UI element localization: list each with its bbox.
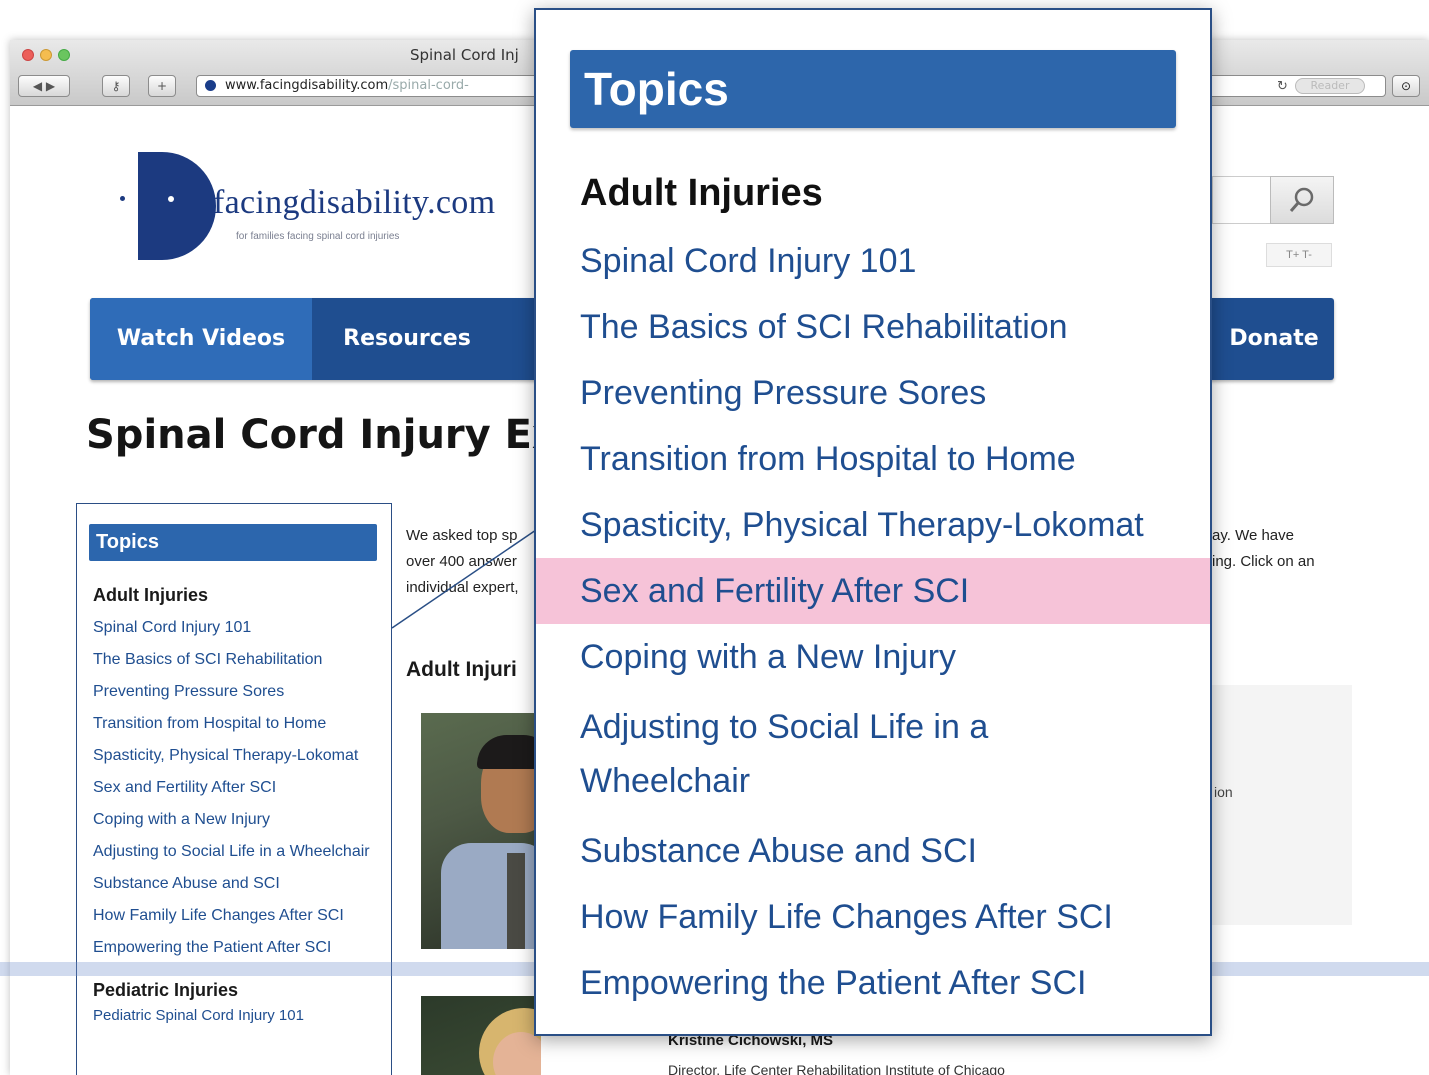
nav-resources[interactable]: Resources xyxy=(312,298,502,380)
intro-line: We asked top sp xyxy=(406,527,518,544)
callout-item-highlighted[interactable]: Sex and Fertility After SCI xyxy=(536,558,1210,624)
photo-detail xyxy=(477,735,541,769)
callout-item[interactable]: Spasticity, Physical Therapy-Lokomat xyxy=(536,492,1210,558)
sidebar-item[interactable]: Empowering the Patient After SCI xyxy=(93,932,377,964)
sidebar-item[interactable]: Preventing Pressure Sores xyxy=(93,676,377,708)
intro-line: over 400 answer xyxy=(406,553,517,570)
callout-item[interactable]: How Family Life Changes After SCI xyxy=(536,884,1210,950)
sidebar-item[interactable]: Coping with a New Injury xyxy=(93,804,377,836)
reader-button[interactable]: Reader xyxy=(1295,78,1365,94)
section-heading: Adult Injuri xyxy=(406,658,517,681)
topics-zoom-callout: Topics Adult Injuries Spinal Cord Injury… xyxy=(534,8,1212,1036)
callout-item[interactable]: Transition from Hospital to Home xyxy=(536,426,1210,492)
sidebar-item[interactable]: Spasticity, Physical Therapy-Lokomat xyxy=(93,740,377,772)
logo-text[interactable]: facingdisability.com xyxy=(213,184,495,222)
intro-text-right: ay. We have ing. Click on an xyxy=(1212,523,1342,575)
add-bookmark-button[interactable]: + xyxy=(148,75,176,97)
callout-item[interactable]: Empowering the Patient After SCI xyxy=(536,950,1210,1016)
expert-photo[interactable] xyxy=(421,713,541,949)
expert-card-bg xyxy=(1212,685,1352,925)
callout-item[interactable]: Substance Abuse and SCI xyxy=(536,818,1210,884)
text-size-control[interactable]: T+ T- xyxy=(1266,243,1332,267)
callout-item[interactable]: Adjusting to Social Life in a Wheelchair xyxy=(536,690,1056,818)
expert-photo[interactable] xyxy=(421,996,541,1075)
sidebar-header: Topics xyxy=(89,524,377,561)
close-window-button[interactable] xyxy=(22,49,34,61)
sidebar-topic-list: Spinal Cord Injury 101 The Basics of SCI… xyxy=(93,612,377,964)
sidebar-item[interactable]: Spinal Cord Injury 101 xyxy=(93,612,377,644)
callout-section-adult: Adult Injuries xyxy=(580,172,823,214)
sidebar-item[interactable]: Transition from Hospital to Home xyxy=(93,708,377,740)
photo-detail xyxy=(441,843,541,949)
search-button[interactable] xyxy=(1270,176,1334,224)
expert-card-text: ion xyxy=(1214,784,1233,800)
logo-dot xyxy=(120,196,125,201)
key-icon[interactable]: ⚷ xyxy=(102,75,130,97)
nav-donate[interactable]: Donate xyxy=(1214,298,1334,380)
callout-item[interactable]: Preventing Pressure Sores xyxy=(536,360,1210,426)
photo-detail xyxy=(507,853,525,949)
intro-line: ing. Click on an xyxy=(1212,553,1315,570)
search-icon xyxy=(1289,187,1314,212)
sidebar-item[interactable]: Substance Abuse and SCI xyxy=(93,868,377,900)
topics-sidebar: Topics Adult Injuries Spinal Cord Injury… xyxy=(76,503,392,1075)
intro-text: We asked top sp over 400 answer individu… xyxy=(406,523,536,601)
sidebar-section-pediatric: Pediatric Injuries xyxy=(93,980,239,1000)
sidebar-item[interactable]: How Family Life Changes After SCI xyxy=(93,900,377,932)
callout-item[interactable]: The Basics of SCI Rehabilitation xyxy=(536,294,1210,360)
intro-line: ay. We have xyxy=(1212,527,1294,544)
site-icon xyxy=(205,80,216,91)
window-title: Spinal Cord Inj xyxy=(410,46,519,64)
reload-icon[interactable]: ↻ xyxy=(1277,77,1288,97)
sidebar-item[interactable]: Adjusting to Social Life in a Wheelchair xyxy=(93,836,377,868)
search-input[interactable] xyxy=(1212,176,1270,224)
downloads-icon[interactable]: ⊙ xyxy=(1392,75,1420,97)
callout-item[interactable]: Spinal Cord Injury 101 xyxy=(536,228,1210,294)
callout-header: Topics xyxy=(570,50,1176,128)
url-path: /spinal-cord- xyxy=(388,78,469,93)
nav-watch-videos[interactable]: Watch Videos xyxy=(90,298,312,380)
logo-tagline: for families facing spinal cord injuries xyxy=(236,231,400,242)
sidebar-item[interactable]: Sex and Fertility After SCI xyxy=(93,772,377,804)
intro-line: individual expert, xyxy=(406,579,519,596)
callout-topic-list: Spinal Cord Injury 101 The Basics of SCI… xyxy=(536,228,1210,1016)
callout-item[interactable]: Coping with a New Injury xyxy=(536,624,1210,690)
expert-role: Director, Life Center Rehabilitation Ins… xyxy=(668,1062,1005,1075)
logo-eye xyxy=(168,196,174,202)
sidebar-section-adult: Adult Injuries xyxy=(93,585,209,605)
minimize-window-button[interactable] xyxy=(40,49,52,61)
sidebar-item[interactable]: Pediatric Spinal Cord Injury 101 xyxy=(93,1007,391,1024)
zoom-window-button[interactable] xyxy=(58,49,70,61)
back-forward-button[interactable]: ◀ ▶ xyxy=(18,75,70,97)
url-host: www.facingdisability.com xyxy=(225,78,389,93)
sidebar-item[interactable]: The Basics of SCI Rehabilitation xyxy=(93,644,377,676)
